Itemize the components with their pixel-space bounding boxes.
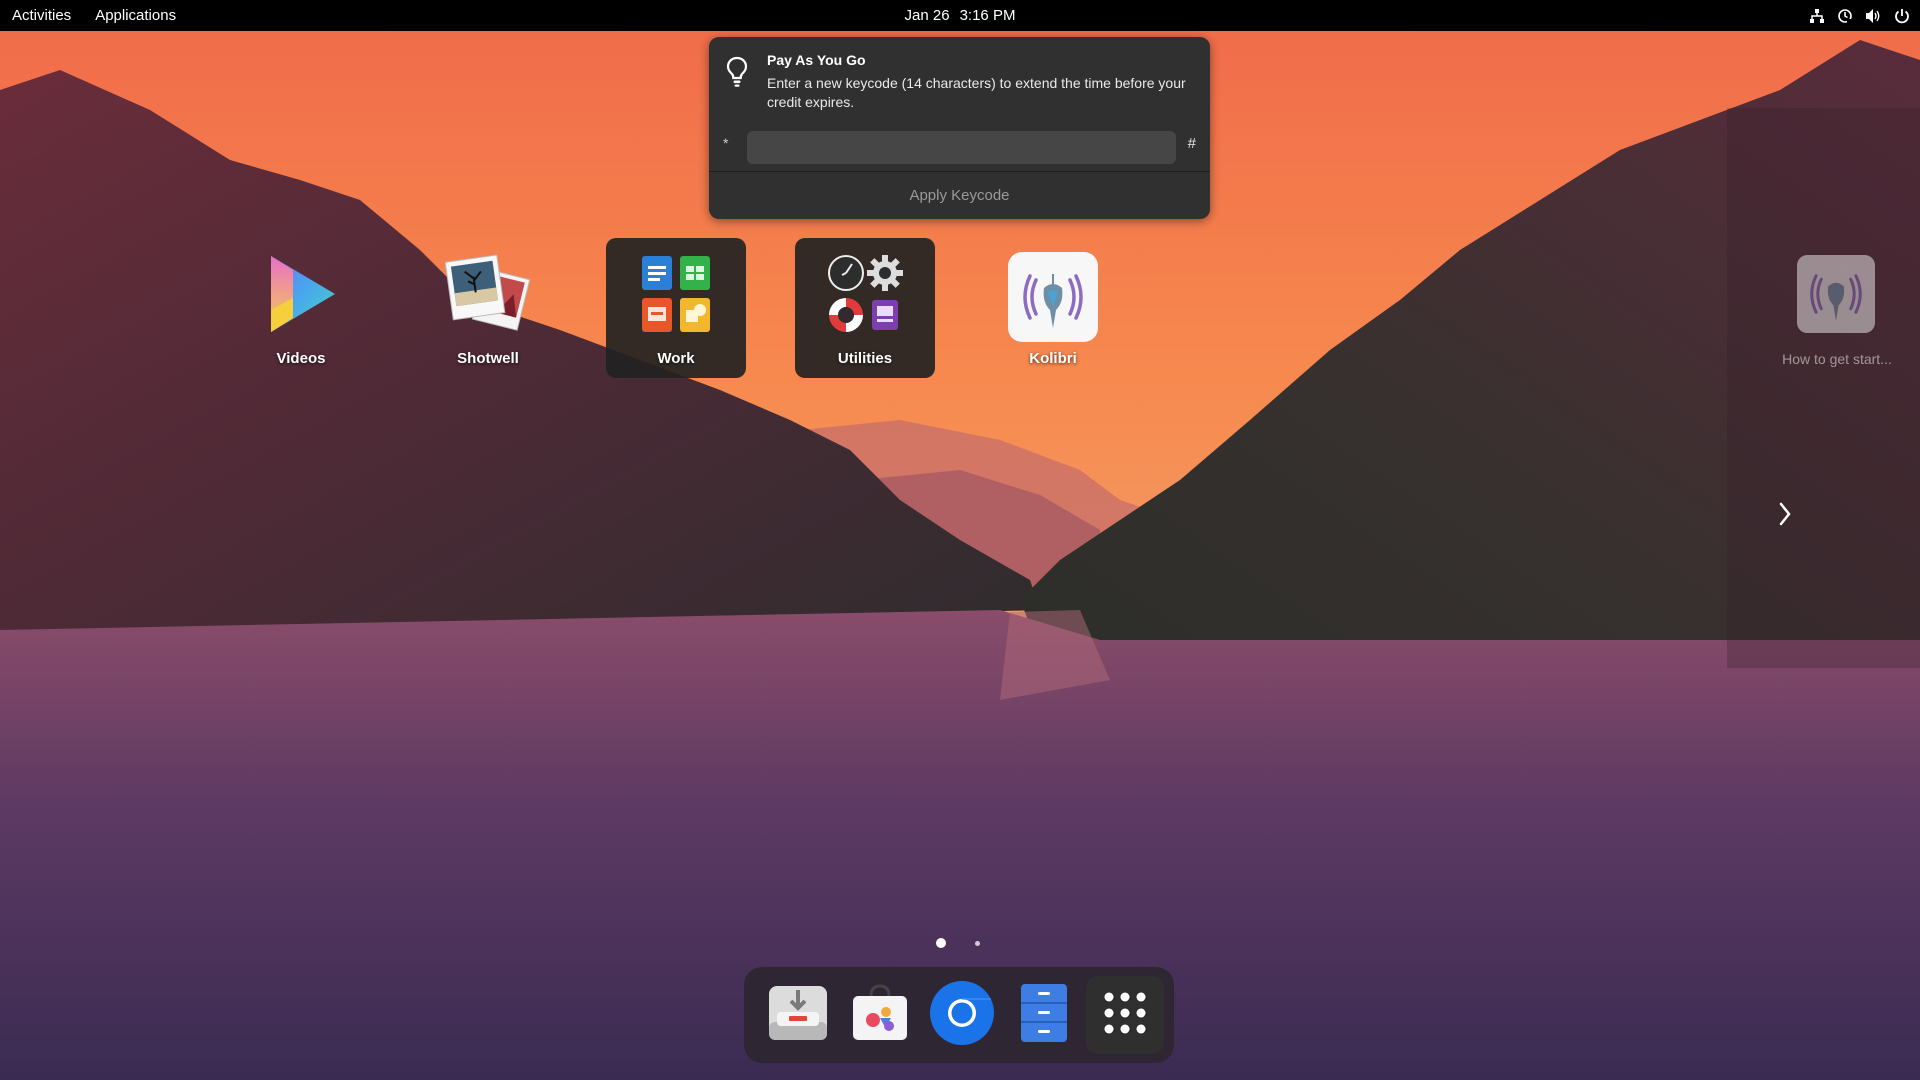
software-installer-launcher[interactable] xyxy=(764,981,832,1049)
page-dot[interactable] xyxy=(975,941,980,946)
app-label: Utilities xyxy=(837,350,893,367)
applications-menu-button[interactable]: Applications xyxy=(95,7,176,24)
show-apps-button[interactable] xyxy=(1086,976,1164,1054)
notification-body: Enter a new keycode (14 characters) to e… xyxy=(767,75,1186,110)
keycode-input[interactable] xyxy=(747,131,1176,164)
top-bar: Activities Applications Jan 26 3:16 PM xyxy=(0,0,1920,31)
app-center-icon xyxy=(849,982,911,1049)
payg-notification: Pay As You Go Enter a new keycode (14 ch… xyxy=(709,37,1210,219)
utilities-folder-icon xyxy=(822,252,908,341)
app-videos[interactable]: Videos xyxy=(231,238,371,378)
folder-work[interactable]: Work xyxy=(606,238,746,378)
system-tray[interactable] xyxy=(1809,0,1910,31)
app-label: Work xyxy=(657,350,695,367)
date-label: Jan 26 xyxy=(904,7,950,24)
lightbulb-icon xyxy=(725,55,749,94)
time-label: 3:16 PM xyxy=(959,7,1016,24)
software-installer-icon xyxy=(767,982,829,1049)
app-label: How to get start... xyxy=(1782,351,1892,367)
files-icon xyxy=(1019,982,1069,1049)
app-kolibri[interactable]: Kolibri xyxy=(983,238,1123,378)
notification-title: Pay As You Go xyxy=(767,52,866,68)
keycode-prefix: * xyxy=(723,135,729,151)
dash xyxy=(744,967,1174,1063)
app-label: Videos xyxy=(276,350,326,367)
page-indicator xyxy=(936,937,1006,949)
files-launcher[interactable] xyxy=(1010,981,1078,1049)
folder-utilities[interactable]: Utilities xyxy=(795,238,935,378)
next-page-peek[interactable] xyxy=(1727,108,1920,668)
next-page-arrow-icon[interactable] xyxy=(1778,501,1792,533)
chromium-launcher[interactable] xyxy=(928,980,996,1051)
clock-button[interactable]: Jan 26 3:16 PM xyxy=(0,0,1920,31)
keycode-suffix: # xyxy=(1187,135,1196,152)
shotwell-icon xyxy=(443,252,533,341)
apply-keycode-button[interactable]: Apply Keycode xyxy=(709,172,1210,219)
volume-icon[interactable] xyxy=(1865,8,1882,24)
videos-icon xyxy=(263,252,339,341)
chromium-icon xyxy=(929,980,995,1051)
work-folder-icon xyxy=(633,252,719,341)
kolibri-icon xyxy=(1008,252,1098,347)
app-center-launcher[interactable] xyxy=(846,981,914,1049)
network-icon[interactable] xyxy=(1809,8,1825,24)
payg-icon[interactable] xyxy=(1837,8,1853,24)
power-icon[interactable] xyxy=(1894,8,1910,24)
activities-button[interactable]: Activities xyxy=(12,7,71,24)
show-apps-icon xyxy=(1103,991,1147,1040)
page-dot-active[interactable] xyxy=(936,938,946,948)
kolibri-icon xyxy=(1797,255,1875,338)
app-label: Kolibri xyxy=(1029,350,1077,367)
app-how-to-get-started[interactable]: How to get start... xyxy=(1762,255,1912,375)
app-label: Shotwell xyxy=(457,350,519,367)
app-shotwell[interactable]: Shotwell xyxy=(418,238,558,378)
